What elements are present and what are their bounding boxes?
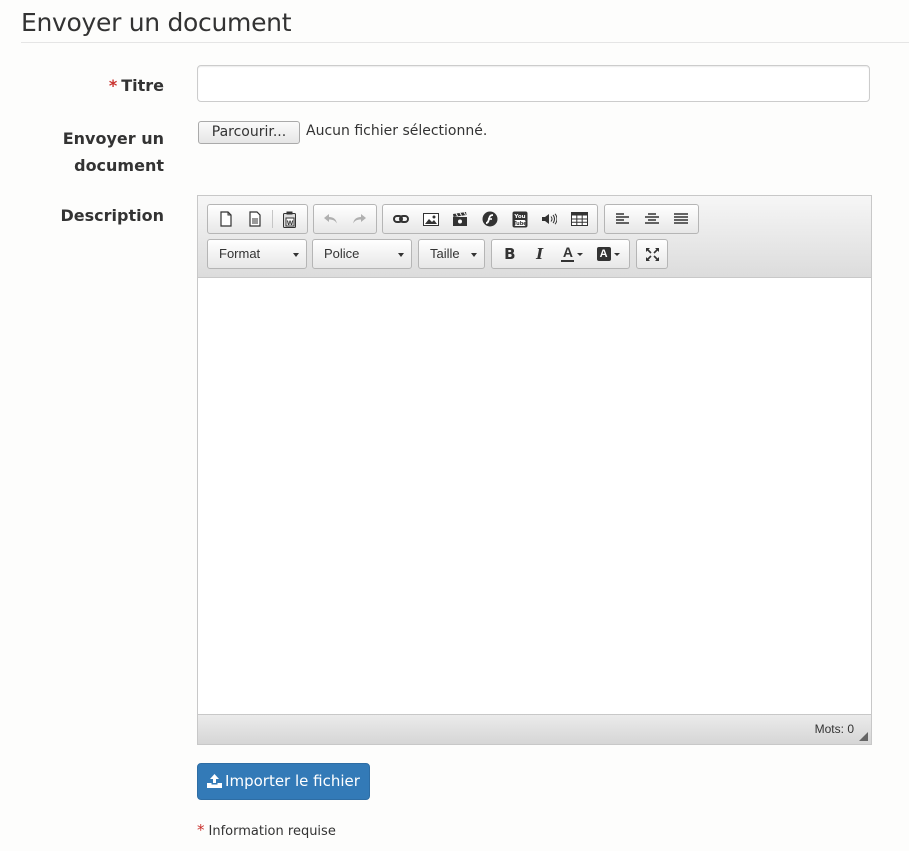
paste-word-icon[interactable]: W (275, 206, 304, 232)
maximize-icon[interactable] (637, 241, 667, 267)
import-file-button[interactable]: Importer le fichier (197, 763, 370, 800)
bg-color-icon: A (596, 247, 611, 261)
chevron-down-icon (471, 253, 477, 257)
text-color-icon: A (561, 244, 575, 262)
upload-label: Envoyer un document (62, 129, 164, 175)
align-center-icon[interactable] (637, 206, 666, 232)
new-page-icon[interactable] (211, 206, 240, 232)
browse-button[interactable]: Parcourir... (198, 121, 300, 144)
required-marker: * (197, 821, 205, 839)
align-justify-icon[interactable] (666, 206, 695, 232)
editor-toolbar: W You Tube Format Police Taille B I A A (198, 196, 871, 278)
toolbar-group-document: W (207, 204, 308, 234)
toolbar-group-insert: You Tube (382, 204, 598, 234)
svg-text:W: W (287, 220, 294, 227)
link-icon[interactable] (386, 206, 416, 232)
font-combo[interactable]: Police (312, 239, 412, 269)
title-input[interactable] (197, 65, 870, 102)
redo-icon[interactable] (345, 206, 373, 232)
format-combo-label: Format (219, 246, 261, 261)
import-file-label: Importer le fichier (225, 772, 360, 790)
chevron-down-icon (577, 252, 584, 256)
video-icon[interactable] (445, 206, 475, 232)
size-combo-label: Taille (430, 246, 460, 261)
audio-icon[interactable] (535, 206, 565, 232)
svg-text:You: You (513, 214, 525, 220)
text-color-button[interactable]: A (555, 241, 591, 267)
page-title: Envoyer un document (21, 8, 292, 37)
chevron-down-icon (398, 253, 404, 257)
resize-grip-icon[interactable] (859, 732, 868, 741)
chevron-down-icon (613, 252, 620, 256)
font-combo-label: Police (324, 246, 360, 261)
italic-icon: I (536, 245, 544, 263)
image-icon[interactable] (416, 206, 446, 232)
flash-icon[interactable] (475, 206, 505, 232)
table-icon[interactable] (564, 206, 594, 232)
file-status: Aucun fichier sélectionné. (306, 123, 488, 139)
toolbar-group-style: B I A A (491, 239, 630, 269)
required-note: * Information requise (197, 821, 336, 839)
bg-color-button[interactable]: A (590, 241, 626, 267)
bold-icon: B (504, 245, 516, 263)
format-combo[interactable]: Format (207, 239, 307, 269)
italic-button[interactable]: I (525, 241, 555, 267)
bold-button[interactable]: B (495, 241, 525, 267)
rich-text-editor: W You Tube Format Police Taille B I A A … (197, 195, 872, 745)
editor-content-area[interactable] (198, 279, 871, 714)
title-label: * Titre (109, 72, 164, 99)
toolbar-group-history (313, 204, 377, 234)
toolbar-group-align (604, 204, 699, 234)
required-marker: * (108, 76, 118, 95)
undo-icon[interactable] (317, 206, 345, 232)
editor-statusbar: Mots: 0 (198, 714, 871, 744)
description-label: Description (60, 206, 164, 225)
upload-icon (207, 774, 223, 788)
youtube-icon[interactable]: You Tube (505, 206, 535, 232)
align-left-icon[interactable] (608, 206, 637, 232)
title-label-text: Titre (121, 76, 164, 95)
size-combo[interactable]: Taille (418, 239, 485, 269)
toolbar-group-maximize (636, 239, 668, 269)
required-note-text: Information requise (208, 824, 336, 839)
preview-icon[interactable] (240, 206, 269, 232)
title-divider (21, 42, 909, 43)
chevron-down-icon (293, 253, 299, 257)
word-count: Mots: 0 (814, 722, 854, 736)
toolbar-separator (271, 210, 273, 228)
svg-text:Tube: Tube (513, 221, 527, 227)
